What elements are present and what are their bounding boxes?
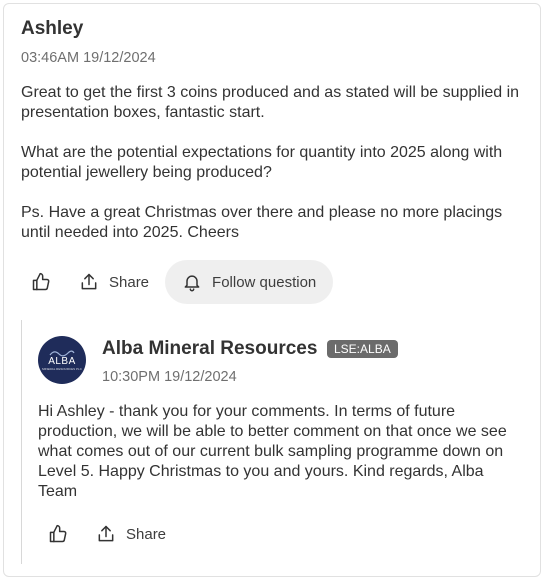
answer-body: Hi Ashley - thank you for your comments.… [38,403,507,500]
bell-icon [184,275,200,292]
logo-text: ALBA [48,356,76,367]
share-label: Share [126,525,167,543]
question-paragraph: Great to get the first 3 coins produced … [21,84,520,121]
thumbs-up-icon [49,524,67,543]
question-author: Ashley [21,18,84,39]
answer-thread: ALBA MINERAL RESOURCES PLC Alba Mineral … [21,320,524,564]
answer-author: Alba Mineral Resources [102,338,318,359]
company-logo: ALBA MINERAL RESOURCES PLC [38,336,86,384]
follow-question-button[interactable]: Follow question [165,260,334,304]
share-icon [98,525,114,542]
answer-actions: Share [38,512,176,556]
question-actions: Share Follow question [21,260,334,304]
thumbs-up-icon [32,272,50,291]
share-button[interactable]: Share [69,260,159,304]
share-label: Share [109,273,150,291]
logo-subtext: MINERAL RESOURCES PLC [42,367,82,371]
answer-share-button[interactable]: Share [86,512,176,556]
ticker-badge[interactable]: LSE:ALBA [327,340,398,358]
question-timestamp: 03:46AM 19/12/2024 [21,50,156,66]
question-body: Great to get the first 3 coins produced … [21,83,521,243]
answer-like-button[interactable] [38,512,78,556]
question-paragraph: Ps. Have a great Christmas over there an… [21,204,503,241]
answer-timestamp: 10:30PM 19/12/2024 [102,369,237,385]
question-paragraph: What are the potential expectations for … [21,144,503,181]
question-card: Ashley 03:46AM 19/12/2024 Great to get t… [3,3,541,577]
follow-label: Follow question [212,273,317,291]
share-icon [81,273,97,290]
like-button[interactable] [21,260,61,304]
